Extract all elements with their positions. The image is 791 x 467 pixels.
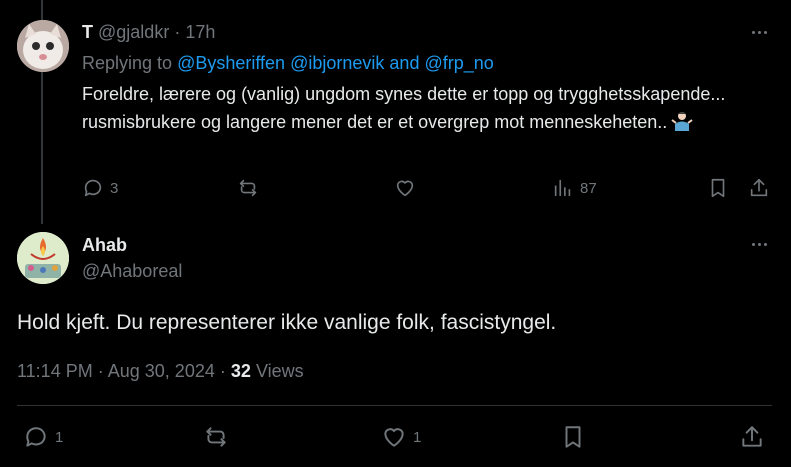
more-options-icon[interactable] [747,234,771,254]
heart-icon [396,180,414,197]
avatar[interactable] [17,232,69,284]
separator-dot: · [219,361,226,381]
tweet-body: Foreldre, lærere og (vanlig) ungdom syne… [82,84,726,132]
like-button[interactable]: 1 [381,424,421,450]
repost-icon [239,179,257,197]
separator-dot: · [97,361,104,381]
display-name[interactable]: T [82,22,93,42]
tweet-date[interactable]: Aug 30, 2024 [108,361,215,381]
person-shrugging-emoji-icon [671,110,693,132]
bookmark-icon [711,178,725,198]
analytics-icon [554,179,571,197]
bookmark-button[interactable] [560,424,586,450]
divider [17,405,772,406]
share-button[interactable] [748,177,770,199]
tweet-text: Hold kjeft. Du representerer ikke vanlig… [17,311,557,334]
bookmark-button[interactable] [707,177,729,199]
views-button[interactable]: 87 [552,177,597,199]
mention-link[interactable]: @frp_no [424,53,493,73]
replying-to: Replying to @Bysheriffen @ibjornevik and… [82,53,494,74]
reply-icon [26,427,46,447]
display-name[interactable]: Ahab [82,235,127,256]
repost-icon [206,427,226,447]
cat-avatar-icon [17,20,69,72]
bookmark-icon [565,426,581,448]
repost-button[interactable] [237,177,259,199]
tweet-header: T @gjaldkr · 17h [82,22,215,43]
view-count: 87 [580,179,597,197]
more-options-icon[interactable] [747,22,771,42]
tweet-time[interactable]: 11:14 PM [17,361,93,381]
share-button[interactable] [739,424,765,450]
repost-button[interactable] [203,424,229,450]
artwork-avatar-icon [17,232,69,284]
mention-link[interactable]: @ibjornevik [290,53,384,73]
views-count: 32 [230,361,251,381]
replying-prefix: Replying to [82,53,173,73]
heart-icon [384,428,404,447]
like-count: 1 [413,428,422,446]
reply-button[interactable]: 3 [82,177,118,199]
avatar[interactable] [17,20,69,72]
tweet-time[interactable]: 17h [185,22,215,42]
user-handle[interactable]: @Ahaboreal [82,261,182,282]
share-icon [750,178,768,197]
separator-dot: · [174,22,181,42]
share-icon [742,426,762,447]
replying-and: and [389,53,420,73]
like-button[interactable] [394,177,416,199]
mention-link[interactable]: @Bysheriffen [177,53,285,73]
user-handle[interactable]: @gjaldkr [98,22,169,42]
views-label: Views [255,361,304,381]
tweet-meta: 11:14 PM · Aug 30, 2024 · 32 Views [17,361,304,382]
reply-count: 1 [55,428,64,446]
tweet-text: Foreldre, lærere og (vanlig) ungdom syne… [82,80,772,136]
reply-count: 3 [110,179,119,197]
reply-icon [84,179,102,197]
reply-button[interactable]: 1 [23,424,63,450]
